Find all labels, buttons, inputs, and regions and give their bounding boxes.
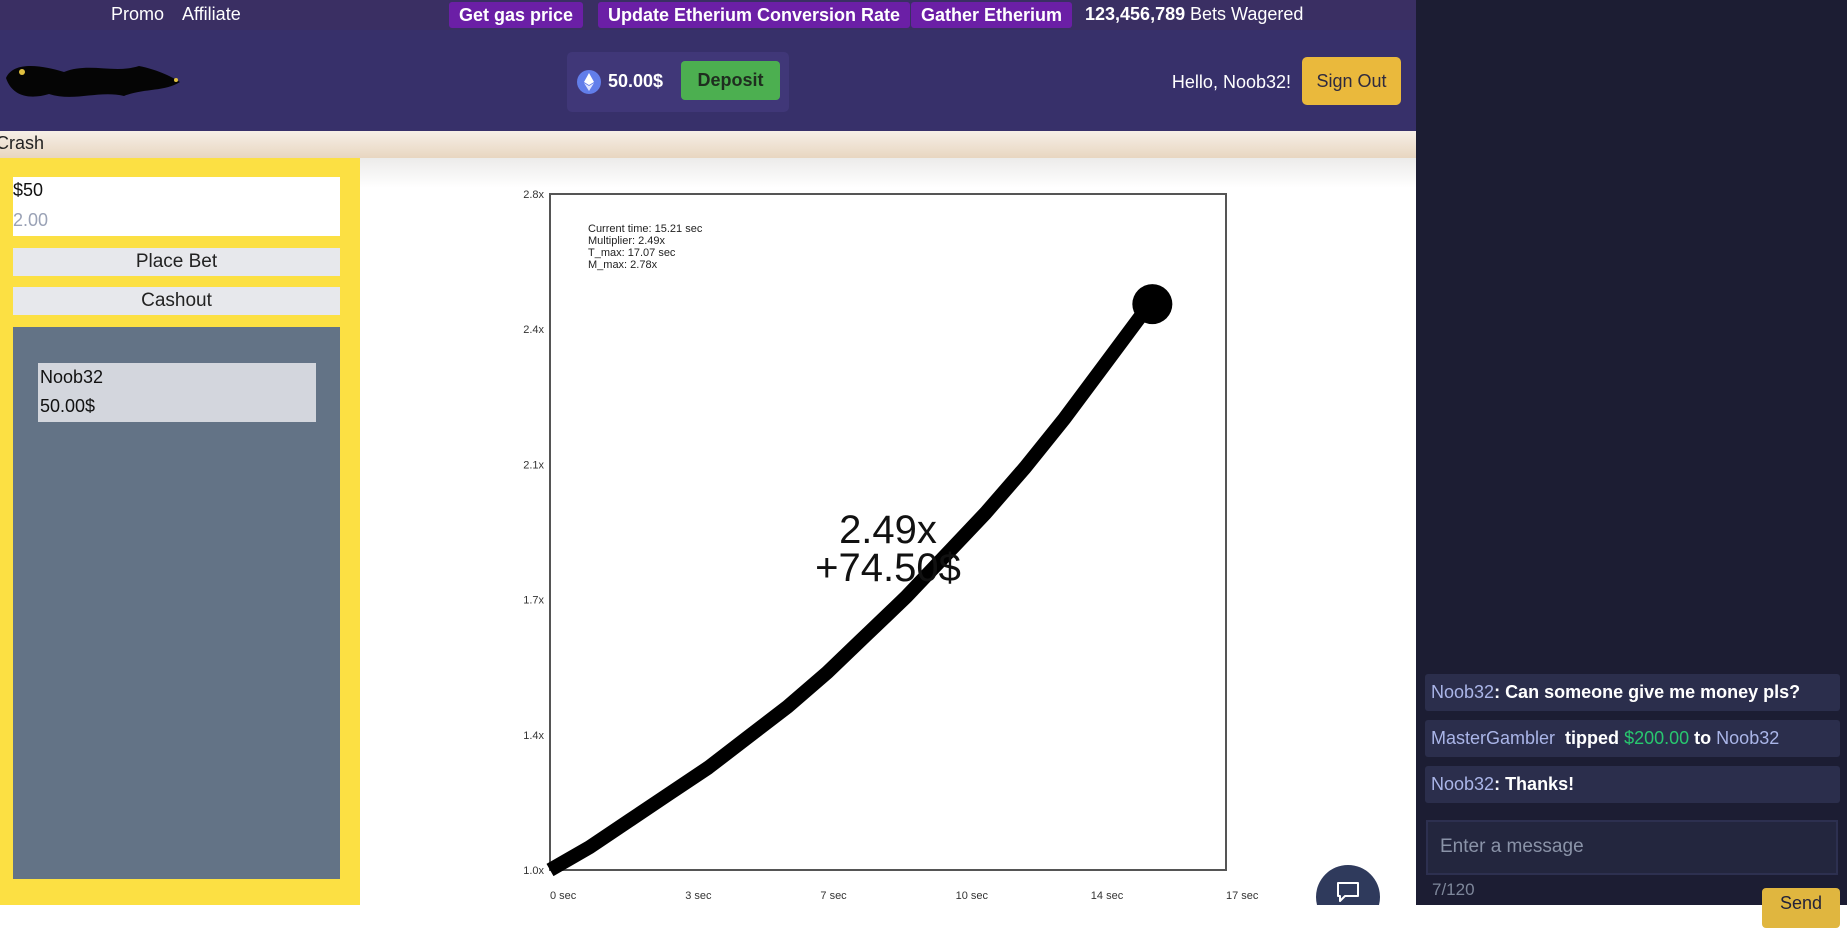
header: 50.00$ Deposit Hello, Noob32! Sign Out [0,30,1416,131]
char-counter: 7/120 [1432,880,1475,899]
wagered-count: 123,456,789 [1085,4,1186,24]
wallet-box: 50.00$ Deposit [567,52,789,112]
sign-out-button[interactable]: Sign Out [1302,57,1401,105]
y-tick-label: 1.0x [523,865,544,877]
current-point-marker [1132,284,1173,325]
players-list: Noob32 50.00$ [13,327,340,879]
bet-sidebar: $50 2.00 Place Bet Cashout Noob32 50.00$ [0,158,360,905]
x-tick-label: 3 sec [685,890,712,902]
bet-amount-input[interactable]: $50 [13,180,43,201]
place-bet-button[interactable]: Place Bet [13,248,340,276]
tip-amount: $200.00 [1624,728,1690,748]
bet-input-box: $50 2.00 [13,177,340,236]
breadcrumb: Crash [0,131,1416,158]
current-profit: +74.50$ [815,546,961,590]
crash-chart: 1.0x 1.4x 1.7x 2.1x 2.4x 2.8x 0 sec 3 sec 7 sec… [523,189,1259,902]
player-name: Noob32 [40,367,104,387]
cashout-button[interactable]: Cashout [13,287,340,315]
chat-bubble-icon [1337,882,1359,902]
greeting-text: Hello, Noob32! [1171,72,1291,92]
gas-price-button[interactable]: Get gas price [449,2,584,28]
site-logo[interactable] [4,52,182,106]
send-button[interactable]: Send [1762,888,1840,928]
tip-to: to [1694,728,1712,748]
gather-etherium-button[interactable]: Gather Etherium [911,2,1073,28]
x-tick-label: 10 sec [956,890,989,902]
tip-recipient[interactable]: Noob32 [1716,728,1779,748]
chat-text: Thanks! [1505,774,1575,794]
chat-username[interactable]: Noob32 [1431,774,1494,794]
x-tick-label: 7 sec [820,890,847,902]
chat-panel: Noob32: Can someone give me money pls? M… [1416,0,1847,928]
chat-username[interactable]: Noob32 [1431,682,1494,702]
update-rate-button[interactable]: Update Etherium Conversion Rate [598,2,911,28]
player-card: Noob32 50.00$ [38,363,316,422]
y-tick-label: 2.1x [523,459,544,471]
cashout-multiplier-input[interactable]: 2.00 [13,210,48,231]
chat-input-placeholder: Enter a message [1440,836,1584,857]
chat-message-input[interactable]: Enter a message [1426,820,1838,875]
app-main: Promo Affiliate Get gas price Update Eth… [0,0,1416,905]
page-title: Crash [0,133,45,153]
chat-text: Can someone give me money pls? [1505,682,1801,702]
chat-tip-message: MasterGambler tipped $200.00 to Noob32 [1425,720,1840,757]
affiliate-link[interactable]: Affiliate [182,4,241,25]
info-multiplier: Multiplier: 2.49x [588,235,666,247]
ethereum-icon [577,70,601,94]
y-tick-label: 1.4x [523,730,544,742]
top-nav: Promo Affiliate Get gas price Update Eth… [0,0,1416,30]
tipper-name[interactable]: MasterGambler [1431,728,1555,748]
info-m-max: M_max: 2.78x [588,259,658,271]
chat-message: Noob32: Thanks! [1425,766,1840,803]
promo-link[interactable]: Promo [111,4,164,25]
x-tick-label: 14 sec [1091,890,1124,902]
wagered-label: Bets Wagered [1190,4,1304,24]
player-bet: 50.00$ [40,396,96,416]
y-tick-label: 2.4x [523,324,544,336]
tip-verb: tipped [1565,728,1620,748]
balance-amount: 50.00$ [608,71,664,91]
y-tick-label: 2.8x [523,189,544,201]
info-current-time: Current time: 15.21 sec [588,223,703,235]
x-tick-label: 0 sec [550,890,577,902]
deposit-button[interactable]: Deposit [681,61,780,100]
y-tick-label: 1.7x [523,595,544,607]
x-tick-label: 17 sec [1226,890,1259,902]
chat-message: Noob32: Can someone give me money pls? [1425,674,1840,711]
crash-game-area: 1.0x 1.4x 1.7x 2.1x 2.4x 2.8x 0 sec 3 sec 7 sec… [360,158,1416,905]
info-t-max: T_max: 17.07 sec [588,247,676,259]
